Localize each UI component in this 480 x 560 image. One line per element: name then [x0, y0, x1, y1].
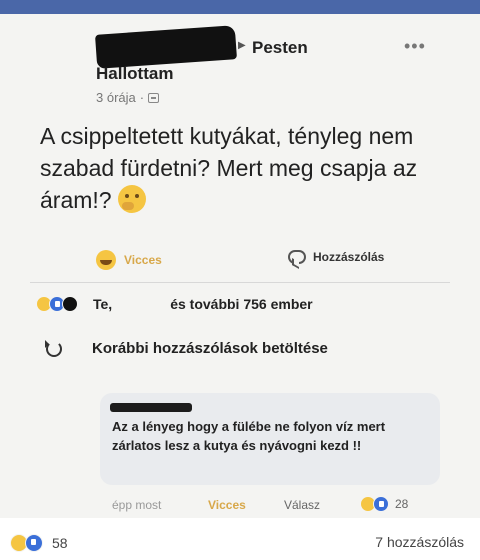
- like-icon: [25, 534, 43, 552]
- react-button[interactable]: Vicces: [96, 250, 162, 270]
- reaction-icons: [36, 296, 78, 312]
- comment-button[interactable]: Hozzászólás: [288, 250, 384, 264]
- post-text: A csippeltetett kutyákat, tényleg nem sz…: [40, 120, 460, 216]
- haha-icon: [96, 250, 116, 270]
- comment-react-button[interactable]: Vicces: [208, 498, 246, 512]
- comment-bubble: Az a lényeg hogy a fülébe ne folyon víz …: [100, 393, 440, 485]
- globe-icon: [148, 92, 160, 103]
- like-icon: [373, 496, 389, 512]
- comment-label: Hozzászólás: [313, 250, 385, 264]
- comment-reactions[interactable]: 28: [360, 496, 408, 512]
- comment-reaction-count: 28: [395, 497, 409, 511]
- footer-comment-count[interactable]: 7 hozzászólás: [375, 534, 464, 550]
- screenshot-photo: ▶ Pesten ••• Hallottam 3 órája · A csipp…: [0, 0, 480, 518]
- page-name[interactable]: Pesten: [252, 38, 308, 58]
- post-author[interactable]: Hallottam: [96, 64, 173, 84]
- reaction-icon: [62, 296, 78, 312]
- post-body: A csippeltetett kutyákat, tényleg nem sz…: [40, 123, 418, 213]
- redacted-commenter-name: [110, 403, 192, 412]
- comment-text: Az a lényeg hogy a fülébe ne folyon víz …: [112, 419, 386, 453]
- reload-icon: [45, 339, 62, 357]
- react-label: Vicces: [124, 253, 162, 267]
- reaction-others: és további 756 ember: [170, 296, 313, 312]
- footer-reactions[interactable]: 58: [10, 534, 68, 552]
- comment-icon: [288, 250, 306, 264]
- reaction-you: Te,: [93, 296, 113, 312]
- post-meta: 3 órája ·: [96, 90, 160, 105]
- app-top-bar: [0, 0, 480, 14]
- load-more-label: Korábbi hozzászólások betöltése: [92, 340, 328, 357]
- post-footer: 58 7 hozzászólás: [0, 524, 480, 560]
- more-icon[interactable]: •••: [404, 36, 426, 57]
- comment-reply-button[interactable]: Válasz: [284, 498, 320, 512]
- load-more-comments[interactable]: Korábbi hozzászólások betöltése: [45, 339, 328, 357]
- thinking-emoji-icon: [117, 185, 146, 213]
- meta-separator: ·: [139, 90, 145, 105]
- post-action-bar: Vicces Hozzászólás: [40, 245, 440, 275]
- footer-reaction-count: 58: [52, 535, 68, 551]
- redacted-avatar-name: [94, 25, 238, 69]
- reaction-summary[interactable]: Te, és további 756 ember: [36, 296, 456, 312]
- post-time[interactable]: 3 órája: [96, 90, 136, 105]
- comment-time: épp most: [112, 498, 162, 512]
- comment-actions: épp most Vicces Válasz 28: [112, 496, 442, 516]
- divider: [30, 282, 450, 283]
- arrow-right-icon: ▶: [238, 40, 246, 51]
